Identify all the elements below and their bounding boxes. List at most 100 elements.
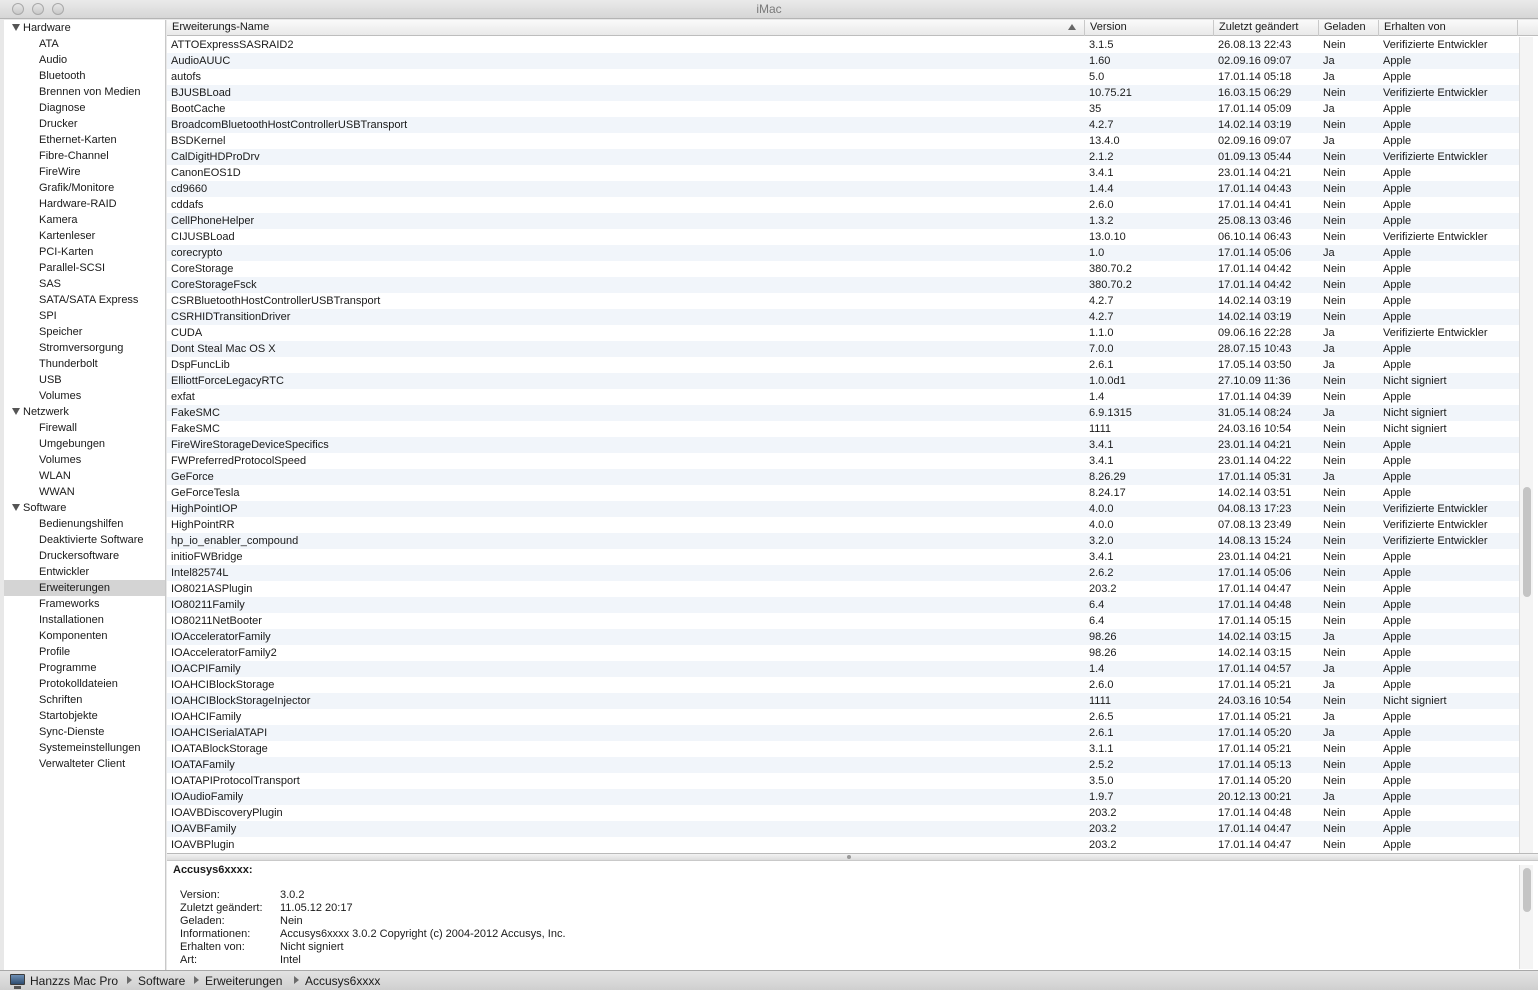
table-row[interactable]: FakeSMC 1111 24.03.16 10:54 Nein Nicht signi… [167, 421, 1519, 437]
column-header-loaded[interactable]: Geladen [1319, 20, 1379, 36]
sidebar-item-wwan[interactable]: WWAN [4, 484, 165, 500]
pane-splitter[interactable] [167, 853, 1538, 861]
sidebar-item-programme[interactable]: Programme [4, 660, 165, 676]
sidebar-item-audio[interactable]: Audio [4, 52, 165, 68]
sidebar-item-pci-karten[interactable]: PCI-Karten [4, 244, 165, 260]
sidebar-item-entwickler[interactable]: Entwickler [4, 564, 165, 580]
table-row[interactable]: IO8021ASPlugin 203.2 17.01.14 04:47 Nein App… [167, 581, 1519, 597]
sidebar-item-deaktivierte-software[interactable]: Deaktivierte Software [4, 532, 165, 548]
table-row[interactable]: cd9660 1.4.4 17.01.14 04:43 Nein Apple [167, 181, 1519, 197]
disclosure-triangle-icon[interactable] [12, 504, 20, 511]
table-row[interactable]: HighPointIOP 4.0.0 04.08.13 17:23 Nein Verif… [167, 501, 1519, 517]
sidebar-item-bedienungshilfen[interactable]: Bedienungshilfen [4, 516, 165, 532]
sidebar-item-sata-sata-express[interactable]: SATA/SATA Express [4, 292, 165, 308]
sidebar-item-frameworks[interactable]: Frameworks [4, 596, 165, 612]
sidebar-item-systemeinstellungen[interactable]: Systemeinstellungen [4, 740, 165, 756]
table-scroll-knob[interactable] [1523, 487, 1531, 597]
table-row[interactable]: IOAHCIBlockStorageInjector 1111 24.03.16 1… [167, 693, 1519, 709]
table-row[interactable]: CellPhoneHelper 1.3.2 25.08.13 03:46 Nein Ap… [167, 213, 1519, 229]
table-row[interactable]: IOATAPIProtocolTransport 3.5.0 17.01.14 05… [167, 773, 1519, 789]
column-header-modified[interactable]: Zuletzt geändert [1214, 20, 1319, 36]
table-row[interactable]: IOAVBDiscoveryPlugin 203.2 17.01.14 04:48 N… [167, 805, 1519, 821]
sidebar-item-komponenten[interactable]: Komponenten [4, 628, 165, 644]
table-row[interactable]: IOAcceleratorFamily 98.26 14.02.14 03:15 Ja… [167, 629, 1519, 645]
sidebar-item-profile[interactable]: Profile [4, 644, 165, 660]
table-row[interactable]: Dont Steal Mac OS X 7.0.0 28.07.15 10:43 Ja… [167, 341, 1519, 357]
table-row[interactable]: FakeSMC 6.9.1315 31.05.14 08:24 Ja Nicht sig… [167, 405, 1519, 421]
sidebar-item-parallel-scsi[interactable]: Parallel-SCSI [4, 260, 165, 276]
table-row[interactable]: IOAHCIBlockStorage 2.6.0 17.01.14 05:21 Ja A… [167, 677, 1519, 693]
sidebar-item-usb[interactable]: USB [4, 372, 165, 388]
table-row[interactable]: GeForce 8.26.29 17.01.14 05:31 Ja Apple [167, 469, 1519, 485]
sidebar-item-spi[interactable]: SPI [4, 308, 165, 324]
table-row[interactable]: GeForceTesla 8.24.17 14.02.14 03:51 Nein App… [167, 485, 1519, 501]
table-row[interactable]: IOATAFamily 2.5.2 17.01.14 05:13 Nein Apple [167, 757, 1519, 773]
sidebar-item-firewire[interactable]: FireWire [4, 164, 165, 180]
table-row[interactable]: FWPreferredProtocolSpeed 3.4.1 23.01.14 04… [167, 453, 1519, 469]
sidebar-group-netzwerk[interactable]: Netzwerk [4, 404, 165, 420]
breadcrumb-software[interactable]: Software [138, 974, 185, 988]
disclosure-triangle-icon[interactable] [12, 24, 20, 31]
table-row[interactable]: CSRHIDTransitionDriver 4.2.7 14.02.14 03:1… [167, 309, 1519, 325]
table-row[interactable]: AudioAUUC 1.60 02.09.16 09:07 Ja Apple [167, 53, 1519, 69]
table-row[interactable]: IOAHCISerialATAPI 2.6.1 17.01.14 05:20 Ja Ap… [167, 725, 1519, 741]
table-row[interactable]: CUDA 1.1.0 09.06.16 22:28 Ja Verifizierte En… [167, 325, 1519, 341]
table-row[interactable]: autofs 5.0 17.01.14 05:18 Ja Apple [167, 69, 1519, 85]
sidebar-item-diagnose[interactable]: Diagnose [4, 100, 165, 116]
table-row[interactable]: BJUSBLoad 10.75.21 16.03.15 06:29 Nein Verif… [167, 85, 1519, 101]
table-row[interactable]: CoreStorage 380.70.2 17.01.14 04:42 Nein App… [167, 261, 1519, 277]
sidebar-group-hardware[interactable]: Hardware [4, 20, 165, 36]
table-row[interactable]: BootCache 35 17.01.14 05:09 Ja Apple [167, 101, 1519, 117]
sidebar-item-sync-dienste[interactable]: Sync-Dienste [4, 724, 165, 740]
table-row[interactable]: cddafs 2.6.0 17.01.14 04:41 Nein Apple [167, 197, 1519, 213]
sidebar-group-software[interactable]: Software [4, 500, 165, 516]
table-row[interactable]: corecrypto 1.0 17.01.14 05:06 Ja Apple [167, 245, 1519, 261]
sidebar-item-hardware-raid[interactable]: Hardware-RAID [4, 196, 165, 212]
breadcrumb-computer[interactable]: Hanzzs Mac Pro [30, 974, 118, 988]
table-row[interactable]: BroadcomBluetoothHostControllerUSBTransp… [167, 117, 1519, 133]
table-row[interactable]: CSRBluetoothHostControllerUSBTransport 4.… [167, 293, 1519, 309]
table-row[interactable]: FireWireStorageDeviceSpecifics 3.4.1 23.01… [167, 437, 1519, 453]
table-row[interactable]: CIJUSBLoad 13.0.10 06.10.14 06:43 Nein Verif… [167, 229, 1519, 245]
table-row[interactable]: CoreStorageFsck 380.70.2 17.01.14 04:42 Nei… [167, 277, 1519, 293]
sidebar-item-bluetooth[interactable]: Bluetooth [4, 68, 165, 84]
sidebar-item-ata[interactable]: ATA [4, 36, 165, 52]
disclosure-triangle-icon[interactable] [12, 408, 20, 415]
table-row[interactable]: IOAudioFamily 1.9.7 20.12.13 00:21 Ja Apple [167, 789, 1519, 805]
column-header-name[interactable]: Erweiterungs-Name [167, 20, 1085, 36]
table-row[interactable]: BSDKernel 13.4.0 02.09.16 09:07 Ja Apple [167, 133, 1519, 149]
column-header-obtained-from[interactable]: Erhalten von [1379, 20, 1518, 36]
table-row[interactable]: Intel82574L 2.6.2 17.01.14 05:06 Nein Apple [167, 565, 1519, 581]
sidebar-item-thunderbolt[interactable]: Thunderbolt [4, 356, 165, 372]
sidebar-item-schriften[interactable]: Schriften [4, 692, 165, 708]
sidebar-item-protokolldateien[interactable]: Protokolldateien [4, 676, 165, 692]
sidebar-item-grafik-monitore[interactable]: Grafik/Monitore [4, 180, 165, 196]
table-row[interactable]: IOATABlockStorage 3.1.1 17.01.14 05:21 Nein… [167, 741, 1519, 757]
sidebar-item-umgebungen[interactable]: Umgebungen [4, 436, 165, 452]
sidebar-item-erweiterungen[interactable]: Erweiterungen [4, 580, 165, 596]
table-row[interactable]: CalDigitHDProDrv 2.1.2 01.09.13 05:44 Nein V… [167, 149, 1519, 165]
sidebar-item-kartenleser[interactable]: Kartenleser [4, 228, 165, 244]
table-row[interactable]: IOAVBPlugin 203.2 17.01.14 04:47 Nein Apple [167, 837, 1519, 853]
sidebar-item-speicher[interactable]: Speicher [4, 324, 165, 340]
breadcrumb-current-item[interactable]: Accusys6xxxx [305, 974, 380, 988]
table-row[interactable]: hp_io_enabler_compound 3.2.0 14.08.13 15:2… [167, 533, 1519, 549]
sidebar-item-fibre-channel[interactable]: Fibre-Channel [4, 148, 165, 164]
column-header-version[interactable]: Version [1085, 20, 1214, 36]
sidebar-item-druckersoftware[interactable]: Druckersoftware [4, 548, 165, 564]
sidebar-item-brennen-von-medien[interactable]: Brennen von Medien [4, 84, 165, 100]
sidebar-item-volumes[interactable]: Volumes [4, 388, 165, 404]
sidebar-item-ethernet-karten[interactable]: Ethernet-Karten [4, 132, 165, 148]
table-row[interactable]: IOACPIFamily 1.4 17.01.14 04:57 Ja Apple [167, 661, 1519, 677]
table-row[interactable]: initioFWBridge 3.4.1 23.01.14 04:21 Nein App… [167, 549, 1519, 565]
sidebar-item-startobjekte[interactable]: Startobjekte [4, 708, 165, 724]
table-row[interactable]: IOAHCIFamily 2.6.5 17.01.14 05:21 Ja Apple [167, 709, 1519, 725]
table-row[interactable]: IO80211NetBooter 6.4 17.01.14 05:15 Nein App… [167, 613, 1519, 629]
breadcrumb-extensions[interactable]: Erweiterungen [205, 974, 282, 988]
sidebar-item-firewall[interactable]: Firewall [4, 420, 165, 436]
sidebar-item-wlan[interactable]: WLAN [4, 468, 165, 484]
table-row[interactable]: IO80211Family 6.4 17.01.14 04:48 Nein Apple [167, 597, 1519, 613]
sidebar-item-kamera[interactable]: Kamera [4, 212, 165, 228]
sidebar-item-installationen[interactable]: Installationen [4, 612, 165, 628]
table-row[interactable]: HighPointRR 4.0.0 07.08.13 23:49 Nein Verifi… [167, 517, 1519, 533]
